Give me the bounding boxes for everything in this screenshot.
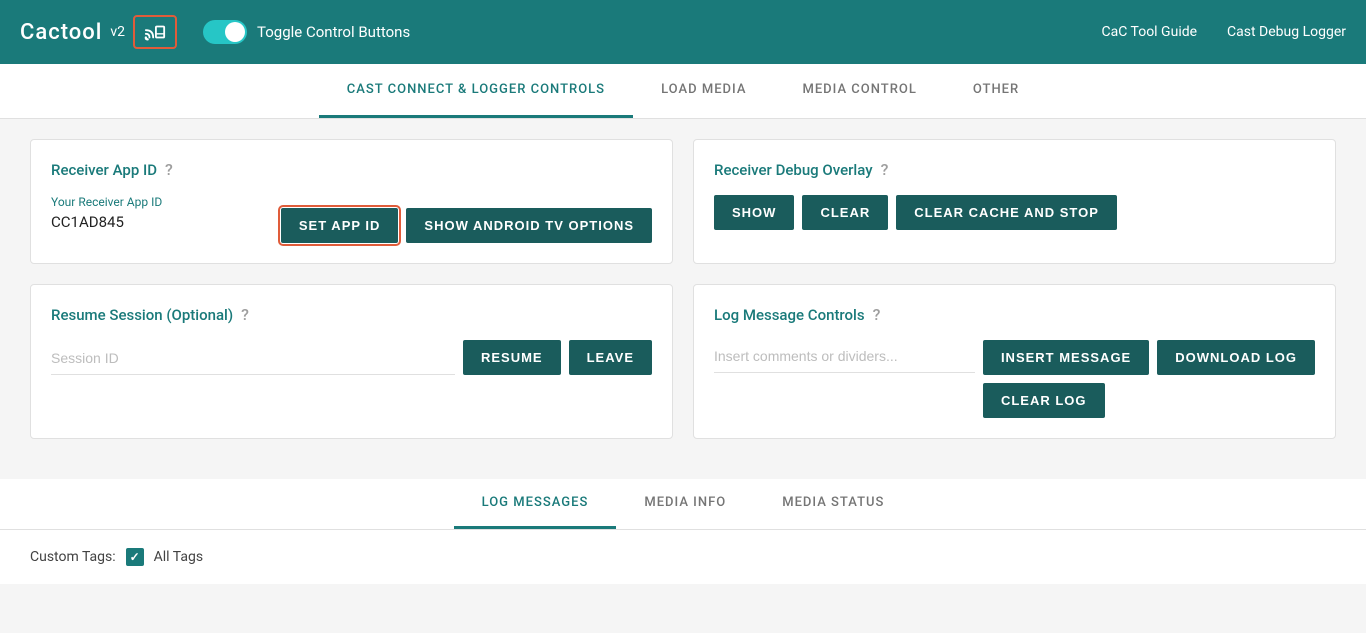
resume-session-card: Resume Session (Optional) ? RESUME LEAVE	[30, 284, 673, 439]
receiver-input-group: Your Receiver App ID CC1AD845	[51, 195, 273, 243]
resume-btn-row: RESUME LEAVE	[463, 340, 652, 375]
log-btn-row-bottom: CLEAR LOG	[983, 383, 1315, 418]
tab-load-media[interactable]: LOAD MEDIA	[633, 64, 774, 118]
show-android-tv-button[interactable]: SHOW ANDROID TV OPTIONS	[406, 208, 652, 243]
toggle-control-buttons[interactable]	[203, 20, 247, 44]
bottom-tab-media-status[interactable]: MEDIA STATUS	[754, 479, 912, 529]
resume-session-help-icon[interactable]: ?	[241, 305, 249, 324]
resume-session-title: Resume Session (Optional) ?	[51, 305, 652, 324]
resume-button[interactable]: RESUME	[463, 340, 561, 375]
receiver-app-btn-row: SET APP ID SHOW ANDROID TV OPTIONS	[281, 208, 652, 243]
cast-icon	[141, 21, 169, 43]
custom-tags-label: Custom Tags:	[30, 549, 116, 565]
clear-debug-button[interactable]: CLEAR	[802, 195, 888, 230]
log-message-title: Log Message Controls ?	[714, 305, 1315, 324]
insert-message-button[interactable]: INSERT MESSAGE	[983, 340, 1149, 375]
receiver-debug-help-icon[interactable]: ?	[881, 160, 889, 179]
bottom-tabs-bar: LOG MESSAGES MEDIA INFO MEDIA STATUS	[0, 479, 1366, 530]
log-btn-col: INSERT MESSAGE DOWNLOAD LOG CLEAR LOG	[983, 340, 1315, 418]
custom-tags-section: Custom Tags: All Tags	[0, 530, 1366, 584]
main-content: Receiver App ID ? Your Receiver App ID C…	[0, 119, 1366, 479]
clear-log-button[interactable]: CLEAR LOG	[983, 383, 1105, 418]
receiver-debug-card: Receiver Debug Overlay ? SHOW CLEAR CLEA…	[693, 139, 1336, 264]
cards-row-top: Receiver App ID ? Your Receiver App ID C…	[30, 139, 1336, 264]
log-message-input[interactable]	[714, 340, 975, 373]
resume-session-row: RESUME LEAVE	[51, 340, 652, 375]
logo-v2: v2	[110, 24, 125, 40]
receiver-app-input-value: CC1AD845	[51, 213, 273, 231]
receiver-app-help-icon[interactable]: ?	[165, 160, 173, 179]
logo: Cactool v2	[20, 15, 177, 49]
header: Cactool v2 Toggle Control Buttons CaC Too…	[0, 0, 1366, 64]
all-tags-label: All Tags	[154, 549, 203, 565]
header-nav: CaC Tool Guide Cast Debug Logger	[1102, 24, 1347, 40]
toggle-section: Toggle Control Buttons	[203, 20, 410, 44]
log-message-card: Log Message Controls ? INSERT MESSAGE DO…	[693, 284, 1336, 439]
cast-icon-wrapper[interactable]	[133, 15, 177, 49]
receiver-debug-title: Receiver Debug Overlay ?	[714, 160, 1315, 179]
receiver-app-input-label: Your Receiver App ID	[51, 195, 273, 209]
cast-debug-logger-link[interactable]: Cast Debug Logger	[1227, 24, 1346, 40]
cards-row-bottom: Resume Session (Optional) ? RESUME LEAVE…	[30, 284, 1336, 439]
main-tabs-bar: CAST CONNECT & LOGGER CONTROLS LOAD MEDI…	[0, 64, 1366, 119]
receiver-input-row: Your Receiver App ID CC1AD845 SET APP ID…	[51, 195, 652, 243]
leave-button[interactable]: LEAVE	[569, 340, 652, 375]
show-debug-button[interactable]: SHOW	[714, 195, 794, 230]
cac-tool-guide-link[interactable]: CaC Tool Guide	[1102, 24, 1198, 40]
tab-other[interactable]: OTHER	[945, 64, 1047, 118]
session-id-input[interactable]	[51, 342, 455, 375]
log-message-row: INSERT MESSAGE DOWNLOAD LOG CLEAR LOG	[714, 340, 1315, 418]
tab-media-control[interactable]: MEDIA CONTROL	[774, 64, 944, 118]
receiver-debug-btn-row: SHOW CLEAR CLEAR CACHE AND STOP	[714, 195, 1315, 230]
receiver-app-id-title: Receiver App ID ?	[51, 160, 652, 179]
download-log-button[interactable]: DOWNLOAD LOG	[1157, 340, 1315, 375]
receiver-app-id-card: Receiver App ID ? Your Receiver App ID C…	[30, 139, 673, 264]
clear-cache-stop-button[interactable]: CLEAR CACHE AND STOP	[896, 195, 1117, 230]
log-btn-row-top: INSERT MESSAGE DOWNLOAD LOG	[983, 340, 1315, 375]
logo-text: Cactool	[20, 20, 102, 45]
set-app-id-button[interactable]: SET APP ID	[281, 208, 399, 243]
tab-cast-connect[interactable]: CAST CONNECT & LOGGER CONTROLS	[319, 64, 633, 118]
bottom-tab-media-info[interactable]: MEDIA INFO	[616, 479, 754, 529]
toggle-label: Toggle Control Buttons	[257, 23, 410, 41]
all-tags-checkbox[interactable]	[126, 548, 144, 566]
bottom-tab-log-messages[interactable]: LOG MESSAGES	[454, 479, 617, 529]
log-message-help-icon[interactable]: ?	[873, 305, 881, 324]
